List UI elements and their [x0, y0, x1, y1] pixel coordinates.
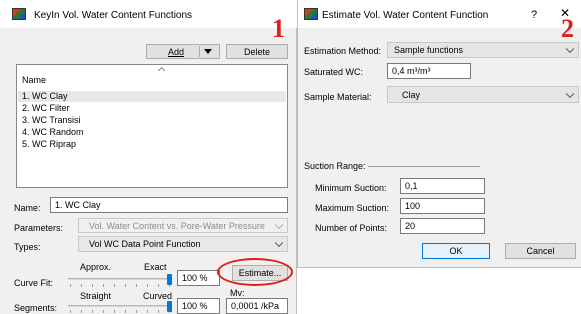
add-split-divider	[199, 46, 200, 57]
approx-label: Approx.	[80, 262, 112, 272]
types-value: Vol WC Data Point Function	[89, 239, 201, 249]
sample-material-value: Clay	[402, 89, 421, 100]
curve-fit-value[interactable]: 100 %	[177, 270, 220, 286]
mv-label: Mv:	[230, 288, 245, 298]
types-select[interactable]: Vol WC Data Point Function	[78, 236, 288, 252]
keyin-vwc-functions-window: KeyIn Vol. Water Content Functions Add D…	[0, 0, 297, 314]
ok-button[interactable]: OK	[422, 243, 490, 259]
segments-slider-thumb[interactable]	[167, 301, 172, 312]
min-suction-label: Minimum Suction:	[315, 183, 387, 193]
chevron-down-icon	[274, 220, 284, 229]
saturated-wc-label: Saturated WC:	[304, 67, 364, 77]
min-suction-input[interactable]: 0,1	[400, 178, 485, 194]
estimate-highlight-ellipse	[217, 258, 293, 286]
estimate-vwc-function-dialog: Estimate Vol. Water Content Function ? 2…	[297, 0, 581, 268]
straight-label: Straight	[80, 291, 112, 301]
close-icon[interactable]: ✕	[560, 6, 570, 20]
right-title-bar: Estimate Vol. Water Content Function ?	[298, 0, 581, 28]
segments-label: Segments:	[14, 303, 58, 313]
parameters-label: Parameters:	[14, 223, 64, 233]
curve-fit-slider-thumb[interactable]	[167, 274, 172, 285]
max-suction-input[interactable]: 100	[400, 198, 485, 214]
list-item[interactable]: 4. WC Random	[22, 127, 84, 137]
estimation-method-value: Sample functions	[394, 45, 464, 55]
curve-fit-slider-track	[68, 278, 172, 280]
num-points-label: Number of Points:	[315, 223, 388, 233]
app-icon	[304, 8, 318, 20]
estimation-method-label: Estimation Method:	[304, 46, 382, 56]
add-button[interactable]: Add	[146, 44, 220, 59]
name-input[interactable]: 1. WC Clay	[50, 197, 288, 213]
app-icon	[12, 8, 26, 20]
segments-value[interactable]: 100 %	[177, 298, 220, 314]
dialog-title: Estimate Vol. Water Content Function	[322, 10, 489, 21]
types-label: Types:	[14, 242, 41, 252]
functions-list[interactable]: Name 1. WC Clay 2. WC Filter 3. WC Trans…	[16, 64, 288, 188]
chevron-down-icon	[274, 238, 284, 248]
sort-ascending-icon[interactable]	[157, 66, 166, 75]
list-item[interactable]: 1. WC Clay	[18, 91, 286, 102]
annotation-marker-1: 1	[272, 14, 285, 43]
curve-fit-slider-ticks	[70, 284, 172, 287]
sample-material-label: Sample Material:	[304, 92, 372, 102]
exact-label: Exact	[144, 262, 167, 272]
list-item[interactable]: 2. WC Filter	[22, 103, 70, 113]
estimation-method-select[interactable]: Sample functions	[387, 42, 579, 58]
curved-label: Curved	[143, 291, 173, 301]
parameters-select[interactable]: Vol. Water Content vs. Pore-Water Pressu…	[78, 218, 288, 233]
chevron-down-icon	[565, 89, 575, 98]
parameters-value: Vol. Water Content vs. Pore-Water Pressu…	[89, 220, 265, 231]
list-header-name[interactable]: Name	[22, 75, 46, 85]
add-dropdown-arrow-icon[interactable]	[204, 49, 212, 54]
help-button[interactable]: ?	[531, 9, 537, 21]
left-window-title: KeyIn Vol. Water Content Functions	[34, 10, 193, 21]
chevron-down-icon	[565, 44, 575, 54]
segments-slider-ticks	[70, 310, 172, 313]
name-label: Name:	[14, 203, 41, 213]
left-title-bar: KeyIn Vol. Water Content Functions	[0, 0, 297, 28]
delete-button[interactable]: Delete	[226, 44, 288, 59]
suction-range-label: Suction Range:	[304, 161, 366, 171]
suction-range-separator	[368, 166, 480, 167]
cancel-button[interactable]: Cancel	[505, 243, 576, 259]
curve-fit-label: Curve Fit:	[14, 278, 54, 288]
list-item[interactable]: 3. WC Transisi	[22, 115, 81, 125]
saturated-wc-input[interactable]: 0,4 m³/m³	[387, 63, 471, 79]
num-points-input[interactable]: 20	[400, 218, 485, 234]
mv-input[interactable]: 0,0001 /kPa	[226, 298, 288, 314]
segments-slider-track	[68, 305, 172, 307]
add-button-label: Add	[167, 46, 184, 57]
sample-material-select[interactable]: Clay	[387, 86, 579, 103]
list-item[interactable]: 5. WC Riprap	[22, 139, 76, 149]
max-suction-label: Maximum Suction:	[315, 203, 390, 213]
